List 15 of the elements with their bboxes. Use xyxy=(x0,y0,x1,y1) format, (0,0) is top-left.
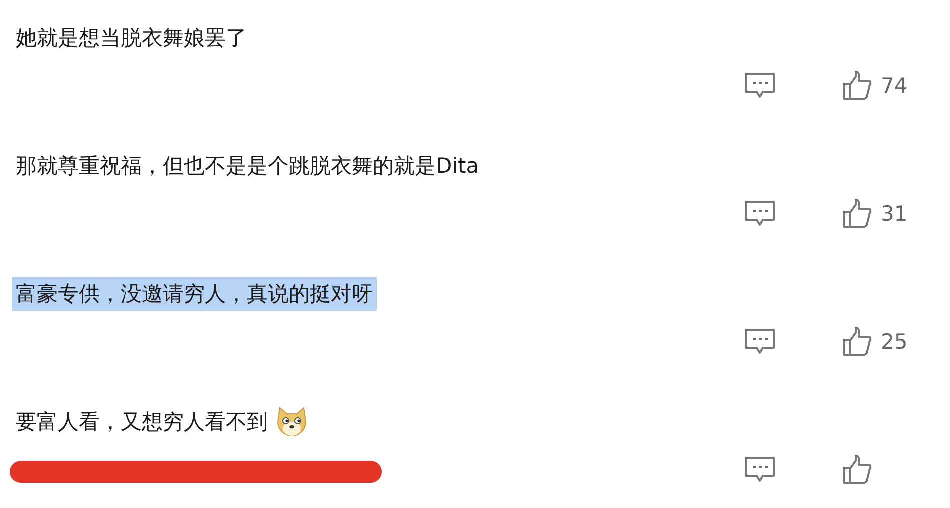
comment-text: 要富人看，又想穷人看不到 xyxy=(15,409,269,436)
comment-text: 富豪专供，没邀请穷人，真说的挺对呀 xyxy=(12,277,377,311)
like-count: 74 xyxy=(881,74,908,98)
thumbs-up-icon[interactable] xyxy=(842,71,872,101)
thumbs-up-icon[interactable] xyxy=(842,199,872,229)
like-count: 25 xyxy=(881,330,908,354)
thumbs-up-icon[interactable] xyxy=(842,327,872,357)
comment-text: 她就是想当脱衣舞娘罢了 xyxy=(15,25,248,52)
comment-text: 那就尊重祝福，但也不是是个跳脱衣舞的就是Dita xyxy=(15,153,480,180)
comment-icon[interactable] xyxy=(744,72,776,100)
like-count: 31 xyxy=(881,202,908,226)
comment-icon[interactable] xyxy=(744,328,776,356)
comment-icon[interactable] xyxy=(744,200,776,228)
thumbs-up-icon[interactable] xyxy=(842,455,872,485)
comment-icon[interactable] xyxy=(744,456,776,484)
